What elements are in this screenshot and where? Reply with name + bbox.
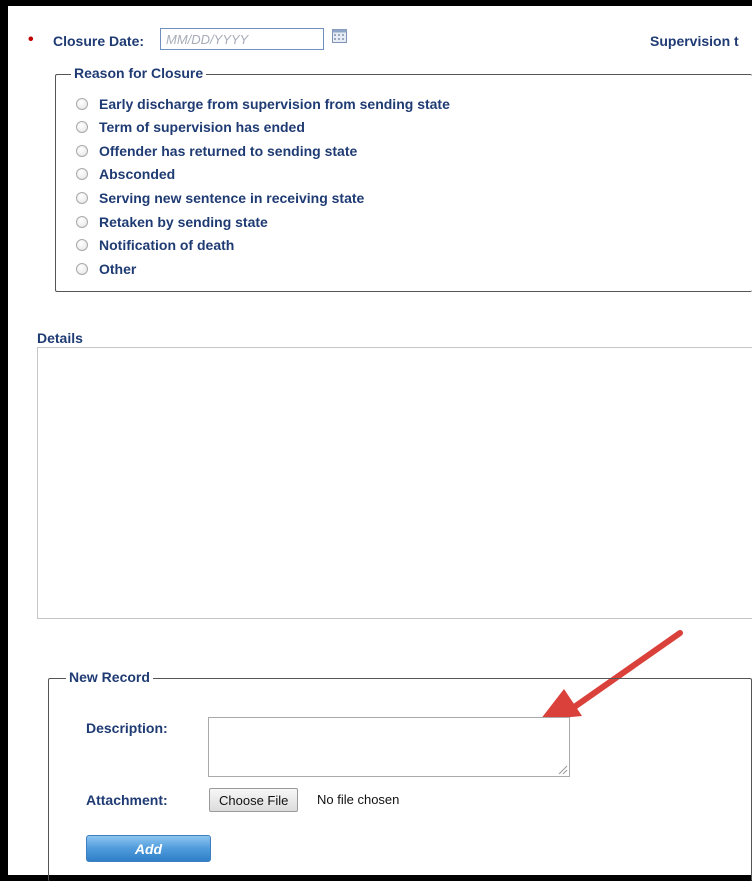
- supervision-label: Supervision t: [650, 33, 739, 49]
- radio-button[interactable]: [76, 121, 88, 133]
- radio-option-retaken[interactable]: Retaken by sending state: [76, 214, 268, 230]
- new-record-legend: New Record: [66, 669, 153, 685]
- attachment-label: Attachment:: [86, 792, 168, 808]
- radio-option-early-discharge[interactable]: Early discharge from supervision from se…: [76, 96, 450, 112]
- radio-label: Serving new sentence in receiving state: [99, 190, 365, 206]
- radio-label: Term of supervision has ended: [99, 119, 305, 135]
- closure-date-label: Closure Date:: [53, 33, 145, 49]
- required-marker: •: [28, 31, 34, 48]
- add-button[interactable]: Add: [86, 835, 211, 862]
- choose-file-button[interactable]: Choose File: [209, 788, 299, 812]
- radio-label: Retaken by sending state: [99, 214, 268, 230]
- radio-button[interactable]: [76, 239, 88, 251]
- radio-button[interactable]: [76, 168, 88, 180]
- closure-date-input[interactable]: [160, 28, 324, 50]
- radio-button[interactable]: [76, 263, 88, 275]
- radio-button[interactable]: [76, 145, 88, 157]
- reason-for-closure-legend: Reason for Closure: [71, 65, 207, 81]
- radio-button[interactable]: [76, 216, 88, 228]
- description-textarea[interactable]: [208, 717, 570, 777]
- radio-option-term-ended[interactable]: Term of supervision has ended: [76, 119, 305, 135]
- calendar-icon[interactable]: [332, 28, 347, 43]
- radio-option-death[interactable]: Notification of death: [76, 237, 234, 253]
- details-label: Details: [37, 330, 83, 346]
- radio-label: Absconded: [99, 166, 176, 182]
- no-file-chosen-text: No file chosen: [317, 792, 400, 807]
- radio-label: Offender has returned to sending state: [99, 143, 358, 159]
- radio-option-absconded[interactable]: Absconded: [76, 166, 175, 182]
- radio-label: Notification of death: [99, 237, 235, 253]
- radio-button[interactable]: [76, 192, 88, 204]
- radio-label: Other: [99, 261, 137, 277]
- radio-label: Early discharge from supervision from se…: [99, 96, 450, 112]
- radio-option-other[interactable]: Other: [76, 261, 136, 277]
- radio-option-new-sentence[interactable]: Serving new sentence in receiving state: [76, 190, 364, 206]
- radio-button[interactable]: [76, 98, 88, 110]
- description-label: Description:: [86, 720, 168, 736]
- radio-option-returned[interactable]: Offender has returned to sending state: [76, 143, 357, 159]
- details-textarea[interactable]: [37, 347, 752, 619]
- resize-grip-icon[interactable]: [557, 764, 568, 775]
